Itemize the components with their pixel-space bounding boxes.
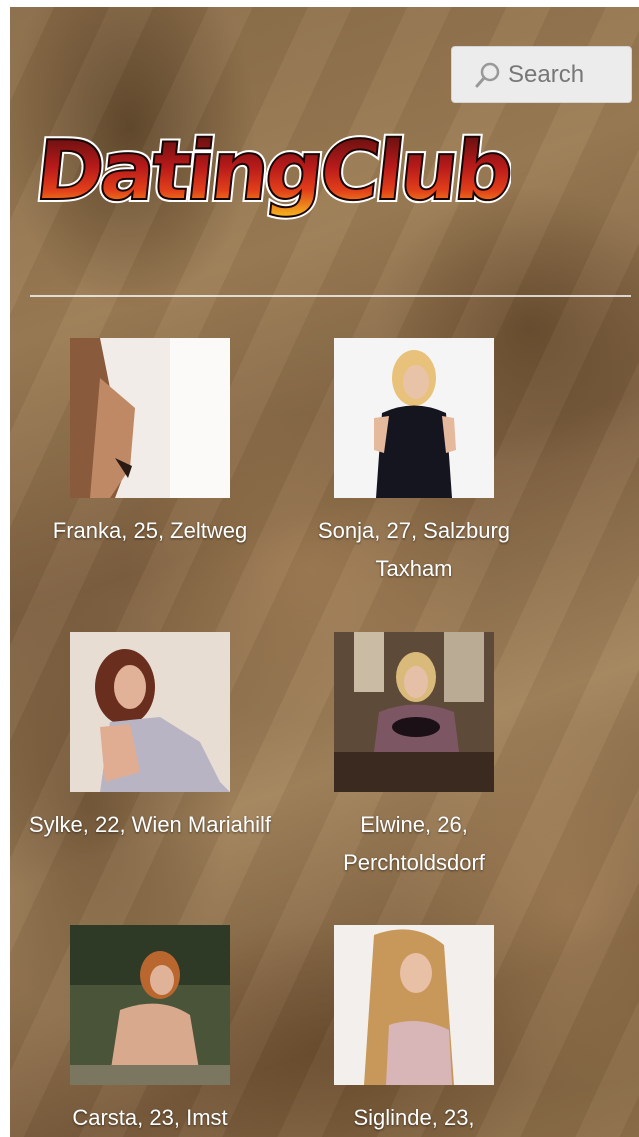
profile-card[interactable]: Franka, 25, Zeltweg	[25, 338, 275, 550]
profile-card[interactable]: Carsta, 23, Imst	[25, 925, 275, 1137]
search-icon	[475, 62, 500, 87]
profile-name[interactable]: Franka, 25, Zeltweg	[25, 512, 275, 550]
profile-photo[interactable]	[70, 632, 230, 792]
profile-photo[interactable]	[334, 925, 494, 1085]
profile-name[interactable]: Siglinde, 23,	[289, 1099, 539, 1137]
logo-wordmark: DatingClub DatingClub	[28, 121, 518, 222]
profile-photo[interactable]	[334, 338, 494, 498]
header-divider	[30, 295, 631, 297]
profile-photo[interactable]	[334, 632, 494, 792]
profile-photo[interactable]	[70, 925, 230, 1085]
svg-text:DatingClub: DatingClub	[36, 124, 511, 219]
site-logo[interactable]: DatingClub DatingClub	[28, 117, 518, 237]
profile-name[interactable]: Sylke, 22, Wien Mariahilf	[25, 806, 275, 844]
profile-card[interactable]: Elwine, 26, Perchtoldsdorf	[289, 632, 539, 882]
profile-name[interactable]: Sonja, 27, Salzburg Taxham	[289, 512, 539, 588]
search-button[interactable]: Search	[451, 46, 632, 103]
profile-name[interactable]: Carsta, 23, Imst	[25, 1099, 275, 1137]
page-background: Search DatingClub DatingClub Franka, 25,…	[10, 7, 639, 1137]
profile-photo[interactable]	[70, 338, 230, 498]
profile-card[interactable]: Sylke, 22, Wien Mariahilf	[25, 632, 275, 844]
profile-card[interactable]: Siglinde, 23,	[289, 925, 539, 1137]
profile-name[interactable]: Elwine, 26, Perchtoldsdorf	[289, 806, 539, 882]
profile-card[interactable]: Sonja, 27, Salzburg Taxham	[289, 338, 539, 588]
search-label: Search	[508, 60, 585, 88]
